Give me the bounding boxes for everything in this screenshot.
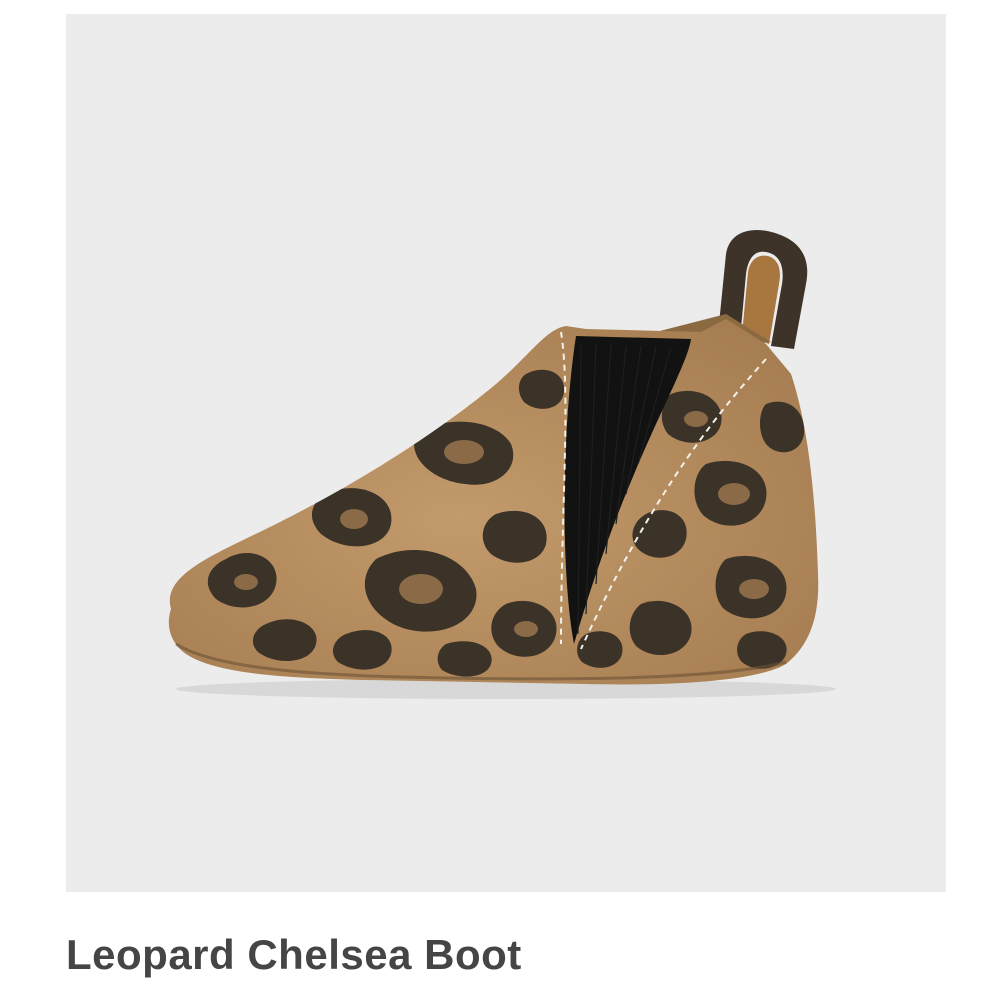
- leopard-chelsea-boot-illustration: [168, 230, 836, 699]
- product-title[interactable]: Leopard Chelsea Boot: [66, 930, 522, 980]
- product-card[interactable]: Leopard Chelsea Boot: [0, 0, 1000, 1000]
- product-image[interactable]: [66, 14, 946, 892]
